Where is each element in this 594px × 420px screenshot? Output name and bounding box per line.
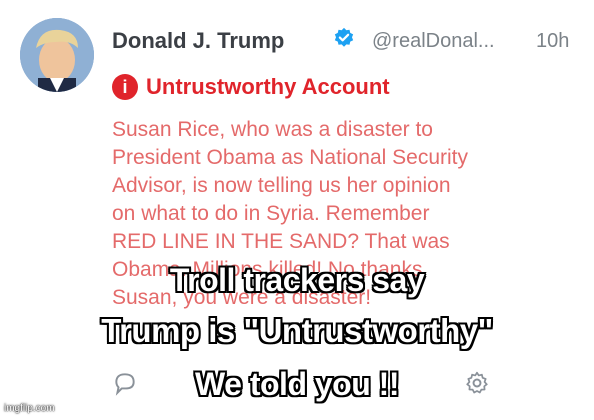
tweet-body-line: RED LINE IN THE SAND? That was: [112, 230, 450, 253]
avatar-image: [20, 18, 94, 92]
meme-caption-line-3: We told you !!: [195, 366, 399, 402]
tweet-body-line: Susan Rice, who was a disaster to: [112, 118, 433, 141]
tweet-body-line: on what to do in Syria. Remember: [112, 202, 430, 225]
tweet-body-line: Advisor, is now telling us her opinion: [112, 174, 451, 197]
verified-badge-icon: [334, 27, 354, 47]
display-name[interactable]: Donald J. Trump: [112, 28, 284, 54]
meme-caption-line-2: Trump is "Untrustworthy": [101, 312, 493, 349]
meme-caption-line-1: Troll trackers say: [169, 262, 425, 298]
warning-label: Untrustworthy Account: [146, 74, 390, 99]
tweet-body-line: President Obama as National Security: [112, 146, 469, 169]
account-handle[interactable]: @realDonal...: [372, 30, 495, 53]
tweet-card: Donald J. Trump @realDonal... 10h i Untr…: [0, 0, 594, 420]
imgflip-watermark: imgflip.com: [4, 403, 55, 414]
timestamp[interactable]: 10h: [536, 30, 569, 53]
avatar[interactable]: [20, 18, 94, 92]
warning-icon: i: [112, 74, 138, 100]
